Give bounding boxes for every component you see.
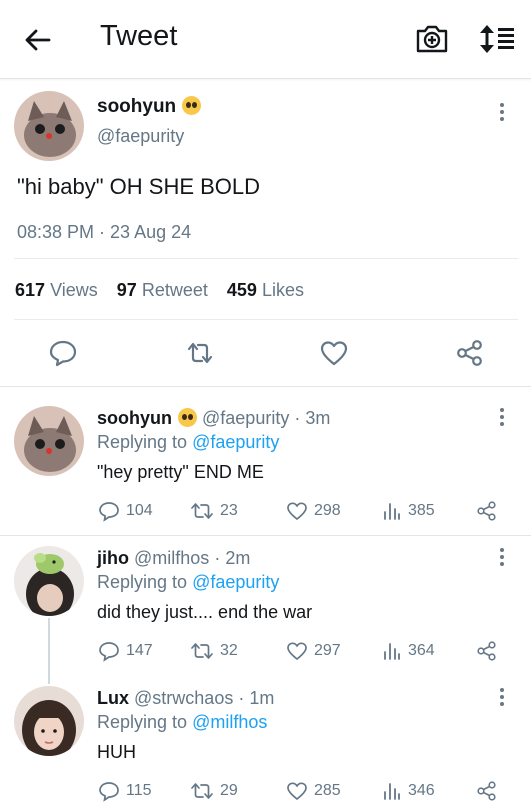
reply-time: · 3m	[294, 408, 331, 428]
replying-to-link[interactable]: @faepurity	[192, 432, 279, 452]
pleading-face-icon	[182, 96, 202, 115]
reply-author-name[interactable]: Lux	[97, 688, 129, 708]
tweet-stats: 617 Views 97 Retweet 459 Likes	[15, 280, 318, 301]
retweet-stat[interactable]: 97 Retweet	[117, 280, 208, 300]
avatar[interactable]	[14, 91, 84, 161]
divider	[14, 319, 518, 320]
page-title: Tweet	[100, 20, 178, 52]
reply-header: jiho @milfhos · 2m	[97, 548, 250, 569]
like-icon[interactable]	[319, 338, 349, 368]
pleading-face-icon	[178, 408, 197, 427]
avatar[interactable]	[14, 686, 84, 756]
more-options-icon[interactable]	[498, 688, 506, 710]
reply-author-handle[interactable]: @faepurity	[202, 408, 289, 428]
view-count[interactable]: 364	[382, 640, 435, 662]
share-icon[interactable]	[455, 338, 485, 368]
reply-author-handle[interactable]: @milfhos	[134, 548, 209, 568]
reply-time: · 1m	[238, 688, 275, 708]
reply-text: "hey pretty" END ME	[97, 462, 264, 482]
reply-count[interactable]: 115	[98, 780, 152, 802]
share-icon[interactable]	[476, 640, 498, 662]
replying-to-link[interactable]: @milfhos	[192, 712, 267, 732]
share-icon[interactable]	[476, 780, 498, 802]
retweet-count[interactable]: 32	[190, 640, 238, 662]
thread-line	[48, 618, 50, 684]
tweet-timestamp: 08:38 PM · 23 Aug 24	[17, 222, 192, 242]
author-handle[interactable]: @faepurity	[97, 126, 184, 147]
reply-author-name[interactable]: jiho	[97, 548, 129, 568]
reply-text: did they just.... end the war	[97, 602, 313, 622]
retweet-count[interactable]: 29	[190, 780, 238, 802]
retweet-icon[interactable]	[185, 338, 215, 368]
reply-time: · 2m	[214, 548, 251, 568]
avatar[interactable]	[14, 546, 84, 616]
like-count[interactable]: 298	[286, 500, 341, 522]
author-name-text: soohyun	[97, 96, 177, 117]
share-icon[interactable]	[476, 500, 498, 522]
replying-to-link[interactable]: @faepurity	[192, 572, 279, 592]
view-count[interactable]: 385	[382, 500, 435, 522]
views-stat[interactable]: 617 Views	[15, 280, 98, 300]
retweet-count[interactable]: 23	[190, 500, 238, 522]
replying-to: Replying to @milfhos	[97, 712, 268, 732]
more-options-icon[interactable]	[498, 408, 506, 430]
arrow-left-icon[interactable]	[22, 24, 54, 56]
reply-count[interactable]: 104	[98, 500, 153, 522]
reply-icon[interactable]	[48, 338, 78, 368]
reply-count[interactable]: 147	[98, 640, 153, 662]
divider	[0, 386, 531, 387]
view-count[interactable]: 346	[382, 780, 435, 802]
like-count[interactable]: 297	[286, 640, 341, 662]
top-bar: Tweet	[0, 0, 531, 79]
replying-to: Replying to @faepurity	[97, 572, 280, 592]
more-options-icon[interactable]	[498, 103, 506, 125]
divider	[0, 535, 531, 536]
more-options-icon[interactable]	[498, 548, 506, 570]
reply-author-handle[interactable]: @strwchaos	[134, 688, 233, 708]
likes-stat[interactable]: 459 Likes	[227, 280, 304, 300]
camera-plus-icon[interactable]	[414, 22, 450, 56]
author-name[interactable]: soohyun	[97, 96, 202, 118]
sort-icon[interactable]	[478, 22, 518, 56]
like-count[interactable]: 285	[286, 780, 341, 802]
reply-header: Lux @strwchaos · 1m	[97, 688, 274, 709]
tweet-text: "hi baby" OH SHE BOLD	[17, 174, 261, 199]
reply-header: soohyun @faepurity · 3m	[97, 408, 330, 429]
avatar[interactable]	[14, 406, 84, 476]
divider	[14, 258, 518, 259]
reply-author-name[interactable]: soohyun	[97, 408, 172, 428]
reply-text: HUH	[97, 742, 136, 762]
replying-to: Replying to @faepurity	[97, 432, 280, 452]
